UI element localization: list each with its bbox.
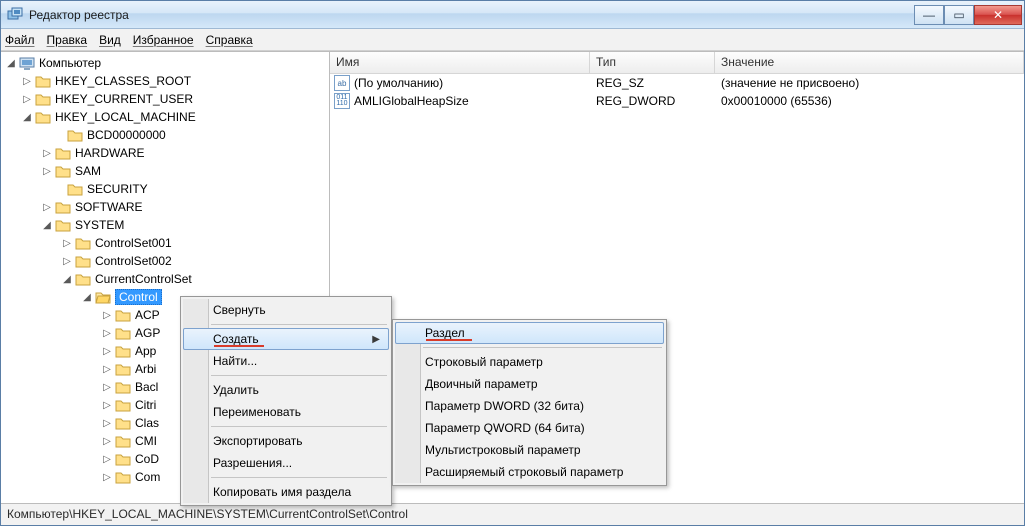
tree-cs002[interactable]: ▷ControlSet002 [1, 252, 329, 270]
folder-icon [115, 434, 131, 448]
submenu-arrow-icon: ▶ [372, 334, 380, 345]
status-path: Компьютер\HKEY_LOCAL_MACHINE\SYSTEM\Curr… [7, 507, 408, 521]
menu-file[interactable]: Файл [5, 33, 35, 47]
close-button[interactable]: ✕ [974, 5, 1022, 25]
computer-icon [19, 56, 35, 70]
ctx-find[interactable]: Найти... [183, 350, 389, 372]
col-header-value[interactable]: Значение [715, 52, 1024, 73]
ctx-export[interactable]: Экспортировать [183, 430, 389, 452]
ctx-create[interactable]: Создать▶ [183, 328, 389, 350]
tree-hklm[interactable]: ◢HKEY_LOCAL_MACHINE [1, 108, 329, 126]
folder-icon [115, 398, 131, 412]
context-menu: Свернуть Создать▶ Найти... Удалить Переи… [180, 296, 392, 506]
window-buttons: — ▭ ✕ [914, 5, 1022, 25]
folder-icon [67, 128, 83, 142]
window-title: Редактор реестра [29, 8, 129, 22]
menu-favorites[interactable]: Избранное [133, 33, 194, 47]
status-bar: Компьютер\HKEY_LOCAL_MACHINE\SYSTEM\Curr… [1, 503, 1024, 525]
tree-ccs[interactable]: ◢CurrentControlSet [1, 270, 329, 288]
menu-view[interactable]: Вид [99, 33, 121, 47]
col-header-type[interactable]: Тип [590, 52, 715, 73]
folder-icon [35, 92, 51, 106]
tree-security[interactable]: SECURITY [1, 180, 329, 198]
tree-root[interactable]: ◢Компьютер [1, 54, 329, 72]
menu-help[interactable]: Справка [206, 33, 253, 47]
app-icon [7, 7, 23, 23]
ctx-copy-key-name[interactable]: Копировать имя раздела [183, 481, 389, 503]
tree-hkcu[interactable]: ▷HKEY_CURRENT_USER [1, 90, 329, 108]
binary-value-icon: 011110 [334, 93, 350, 109]
folder-icon [115, 416, 131, 430]
folder-icon [35, 110, 51, 124]
string-value-icon: ab [334, 75, 350, 91]
tree-system[interactable]: ◢SYSTEM [1, 216, 329, 234]
folder-icon [115, 308, 131, 322]
menu-bar: Файл Правка Вид Избранное Справка [1, 29, 1024, 51]
col-header-name[interactable]: Имя [330, 52, 590, 73]
sub-create-dword[interactable]: Параметр DWORD (32 бита) [395, 395, 664, 417]
folder-icon [67, 182, 83, 196]
ctx-rename[interactable]: Переименовать [183, 401, 389, 423]
menu-edit[interactable]: Правка [47, 33, 88, 47]
folder-icon [75, 236, 91, 250]
folder-icon [55, 200, 71, 214]
folder-icon [115, 326, 131, 340]
tree-hardware[interactable]: ▷HARDWARE [1, 144, 329, 162]
folder-icon [55, 218, 71, 232]
context-submenu-create: Раздел Строковый параметр Двоичный парам… [392, 319, 667, 486]
ctx-delete[interactable]: Удалить [183, 379, 389, 401]
tree-sam[interactable]: ▷SAM [1, 162, 329, 180]
folder-icon [115, 470, 131, 484]
list-row[interactable]: ab(По умолчанию) REG_SZ (значение не при… [330, 74, 1024, 92]
sub-create-expandstring[interactable]: Расширяемый строковый параметр [395, 461, 664, 483]
sub-create-qword[interactable]: Параметр QWORD (64 бита) [395, 417, 664, 439]
folder-icon [115, 362, 131, 376]
ctx-collapse[interactable]: Свернуть [183, 299, 389, 321]
tree-software[interactable]: ▷SOFTWARE [1, 198, 329, 216]
folder-open-icon [95, 290, 111, 304]
folder-icon [75, 272, 91, 286]
maximize-button[interactable]: ▭ [944, 5, 974, 25]
folder-icon [115, 380, 131, 394]
folder-icon [35, 74, 51, 88]
folder-icon [115, 452, 131, 466]
tree-bcd[interactable]: BCD00000000 [1, 126, 329, 144]
sub-create-binary[interactable]: Двоичный параметр [395, 373, 664, 395]
sub-create-key[interactable]: Раздел [395, 322, 664, 344]
ctx-permissions[interactable]: Разрешения... [183, 452, 389, 474]
titlebar[interactable]: Редактор реестра — ▭ ✕ [1, 1, 1024, 29]
tree-cs001[interactable]: ▷ControlSet001 [1, 234, 329, 252]
sub-create-string[interactable]: Строковый параметр [395, 351, 664, 373]
folder-icon [75, 254, 91, 268]
list-header: Имя Тип Значение [330, 52, 1024, 74]
sub-create-multistring[interactable]: Мультистроковый параметр [395, 439, 664, 461]
folder-icon [115, 344, 131, 358]
folder-icon [55, 164, 71, 178]
tree-hkcr[interactable]: ▷HKEY_CLASSES_ROOT [1, 72, 329, 90]
folder-icon [55, 146, 71, 160]
minimize-button[interactable]: — [914, 5, 944, 25]
list-row[interactable]: 011110AMLIGlobalHeapSize REG_DWORD 0x000… [330, 92, 1024, 110]
